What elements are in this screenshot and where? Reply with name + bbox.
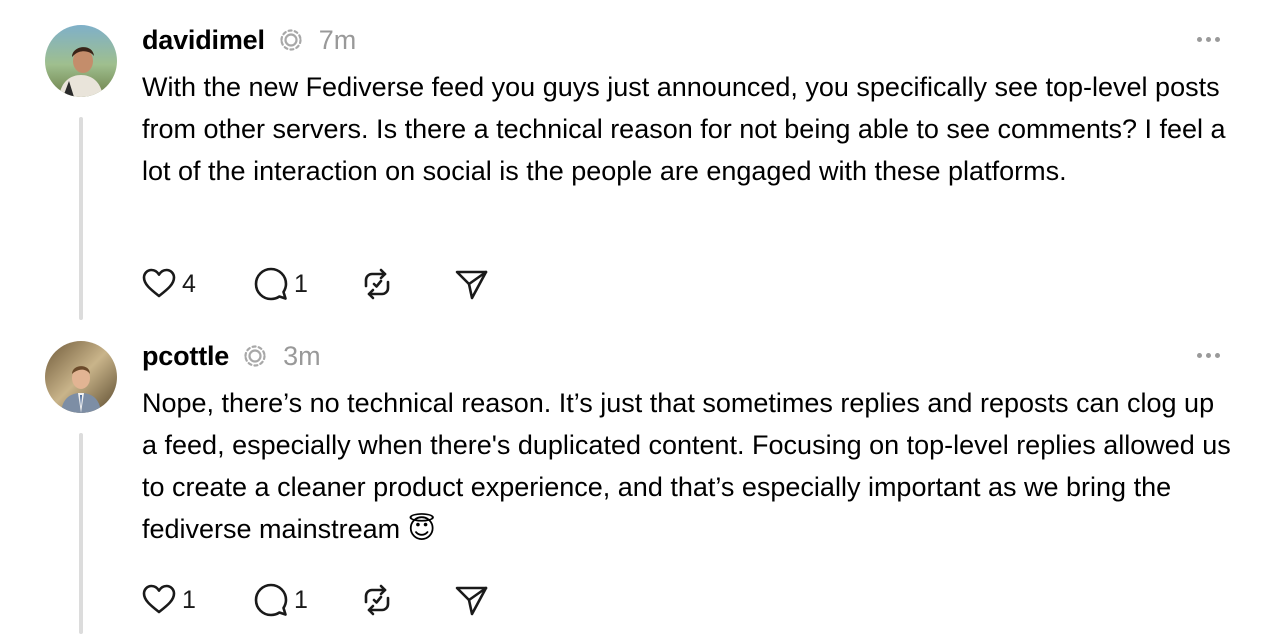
send-icon <box>455 270 488 300</box>
fediverse-icon <box>241 342 269 370</box>
heart-icon <box>142 268 176 298</box>
action-bar: 1 1 <box>140 580 490 620</box>
avatar-image <box>45 341 117 413</box>
like-count: 4 <box>182 269 196 298</box>
post: davidimel 7m With the new Fediverse feed… <box>0 0 1270 320</box>
repost-icon <box>364 584 390 616</box>
repost-button[interactable] <box>358 265 452 303</box>
avatar[interactable] <box>45 25 117 97</box>
like-count: 1 <box>182 585 196 614</box>
post-header: pcottle 3m <box>142 338 321 374</box>
send-icon <box>455 586 488 616</box>
share-button[interactable] <box>452 581 490 619</box>
heart-icon <box>142 584 176 614</box>
reply-button[interactable]: 1 <box>252 265 358 303</box>
username[interactable]: davidimel <box>142 25 265 56</box>
share-button[interactable] <box>452 265 490 303</box>
avatar-image <box>45 25 117 97</box>
reply-count: 1 <box>294 585 308 614</box>
action-bar: 4 1 <box>140 264 490 304</box>
reply-count: 1 <box>294 269 308 298</box>
reply-button[interactable]: 1 <box>252 581 358 619</box>
thread-line <box>79 433 83 634</box>
post-header: davidimel 7m <box>142 22 356 58</box>
like-button[interactable]: 4 <box>140 265 252 303</box>
post-text: Nope, there’s no technical reason. It’s … <box>142 388 1231 544</box>
thread-line <box>79 117 83 320</box>
timestamp: 3m <box>283 340 321 371</box>
timestamp: 7m <box>318 24 357 55</box>
avatar[interactable] <box>45 341 117 413</box>
thread: davidimel 7m With the new Fediverse feed… <box>0 0 1270 634</box>
like-button[interactable]: 1 <box>140 581 252 619</box>
comment-icon <box>254 267 288 301</box>
username[interactable]: pcottle <box>142 341 229 372</box>
more-options-icon[interactable] <box>1197 353 1220 358</box>
comment-icon <box>254 583 288 617</box>
fediverse-icon <box>277 26 305 54</box>
repost-icon <box>364 268 390 300</box>
more-options-icon[interactable] <box>1197 37 1220 42</box>
post-text: With the new Fediverse feed you guys jus… <box>142 72 1226 186</box>
repost-button[interactable] <box>358 581 452 619</box>
post: pcottle 3m Nope, there’s no technical re… <box>0 316 1270 634</box>
